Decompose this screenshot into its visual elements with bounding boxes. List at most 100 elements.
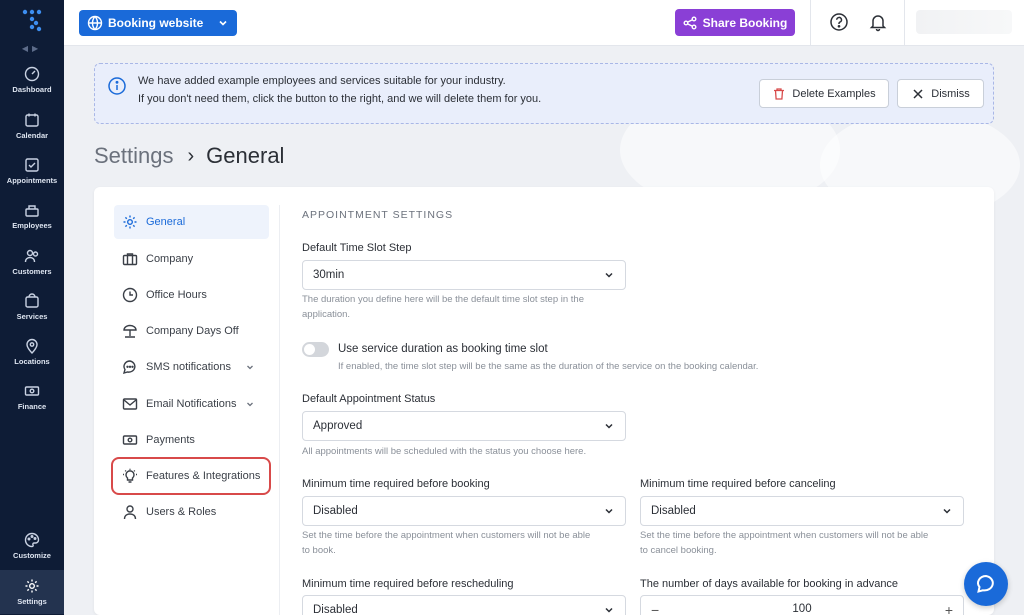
share-booking-button[interactable]: Share Booking: [675, 9, 795, 36]
booking-website-dropdown[interactable]: Booking website: [79, 10, 237, 36]
help-text-line: to book.: [302, 545, 336, 556]
settings-nav-users-roles[interactable]: Users & Roles: [114, 495, 269, 529]
min-before-canceling-select[interactable]: Disabled: [640, 496, 964, 526]
cash-icon: [122, 435, 138, 445]
select-value: Disabled: [313, 505, 358, 517]
customers-icon: [24, 249, 39, 263]
section-title: APPOINTMENT SETTINGS: [302, 209, 454, 221]
chevron-down-icon: [247, 402, 253, 407]
dismiss-button[interactable]: Dismiss: [897, 79, 984, 108]
divider: [904, 0, 905, 46]
help-text-line: to cancel booking.: [640, 545, 717, 556]
top-bar: Booking website Share Booking: [64, 0, 1024, 46]
help-text: The duration you define here will be the…: [302, 292, 584, 322]
share-icon: [683, 16, 697, 29]
field-label: The number of days available for booking…: [640, 578, 899, 590]
rail-item-label: Employees: [12, 221, 52, 230]
field-label: Default Time Slot Step: [302, 242, 412, 254]
rail-item-calendar[interactable]: Calendar: [0, 104, 64, 148]
location-pin-icon: [26, 338, 38, 354]
time-slot-select[interactable]: 30min: [302, 260, 626, 290]
settings-nav-company-days-off[interactable]: Company Days Off: [114, 314, 269, 348]
field-label: Minimum time required before booking: [302, 478, 490, 490]
select-value: 30min: [313, 269, 345, 281]
select-value: Disabled: [313, 604, 358, 615]
rail-item-employees[interactable]: Employees: [0, 194, 64, 238]
settings-nav-label: Payments: [146, 434, 195, 446]
settings-nav-label: General: [146, 216, 186, 228]
gear-icon: [123, 215, 137, 229]
palette-icon: [24, 532, 40, 548]
rail-item-label: Locations: [14, 357, 50, 366]
rail-item-customize[interactable]: Customize: [0, 524, 64, 568]
help-text-line: application.: [302, 309, 351, 320]
user-profile-menu[interactable]: [916, 10, 1012, 34]
share-booking-label: Share Booking: [702, 15, 788, 30]
chevron-down-icon: [605, 607, 613, 613]
globe-icon: [87, 15, 103, 31]
info-icon: [108, 77, 126, 95]
days-in-advance-stepper: − 100 +: [640, 595, 964, 615]
select-value: Approved: [313, 420, 363, 432]
collapse-sidebar-icon[interactable]: ◀▶: [0, 44, 64, 53]
user-icon: [123, 505, 137, 520]
settings-nav-company[interactable]: Company: [114, 242, 269, 276]
divider: [810, 0, 811, 46]
settings-nav-label: Company Days Off: [146, 325, 239, 337]
rail-item-label: Finance: [17, 402, 47, 411]
rail-item-label: Appointments: [6, 176, 58, 185]
chevron-down-icon: [605, 272, 613, 278]
support-chat-button[interactable]: [964, 562, 1008, 606]
chevron-down-icon: [247, 365, 253, 370]
rail-item-locations[interactable]: Locations: [0, 330, 64, 374]
rail-item-services[interactable]: Services: [0, 285, 64, 329]
settings-nav-sms-notifications[interactable]: SMS notifications: [114, 350, 269, 384]
settings-nav-email-notifications[interactable]: Email Notifications: [114, 387, 269, 421]
min-before-rescheduling-select[interactable]: Disabled: [302, 595, 626, 615]
chevron-down-icon: [943, 508, 951, 514]
rail-item-finance[interactable]: Finance: [0, 375, 64, 419]
rail-item-dashboard[interactable]: Dashboard: [0, 58, 64, 102]
employees-icon: [25, 205, 39, 217]
app-logo[interactable]: [0, 8, 64, 38]
toggle-knob: [304, 344, 315, 355]
settings-nav-label: Users & Roles: [146, 506, 217, 518]
rail-item-appointments[interactable]: Appointments: [0, 149, 64, 193]
dismiss-label: Dismiss: [931, 87, 970, 100]
finance-icon: [24, 386, 40, 396]
settings-nav-office-hours[interactable]: Office Hours: [114, 278, 269, 312]
help-icon[interactable]: [829, 12, 849, 32]
min-before-booking-select[interactable]: Disabled: [302, 496, 626, 526]
booking-website-label: Booking website: [108, 16, 204, 30]
rail-item-customers[interactable]: Customers: [0, 240, 64, 284]
help-text-line: Set the time before the appointment when…: [640, 530, 929, 541]
settings-nav-general[interactable]: General: [114, 205, 269, 239]
gear-icon: [25, 579, 39, 593]
trash-icon: [774, 87, 785, 100]
highlight-outline: [111, 457, 271, 495]
clock-icon: [122, 287, 138, 303]
briefcase-icon: [122, 253, 138, 266]
main-sidebar: ◀▶ Dashboard Calendar Appointments Emplo…: [0, 0, 64, 615]
bell-icon[interactable]: [868, 12, 888, 32]
envelope-icon: [122, 398, 138, 410]
close-icon: [913, 88, 923, 99]
field-label: Minimum time required before reschedulin…: [302, 578, 514, 590]
service-duration-toggle[interactable]: [302, 342, 329, 357]
rail-item-label: Services: [16, 312, 48, 321]
help-text: Set the time before the appointment when…: [640, 528, 928, 558]
stepper-value[interactable]: 100: [641, 603, 963, 615]
settings-card: General Company Office Hours Company Day…: [94, 187, 994, 615]
rail-item-label: Customers: [12, 267, 52, 276]
settings-nav-payments[interactable]: Payments: [114, 423, 269, 457]
increment-button[interactable]: +: [945, 602, 953, 615]
help-text-line: The duration you define here will be the…: [302, 294, 585, 305]
rail-item-settings[interactable]: Settings: [0, 570, 64, 614]
chat-icon: [977, 574, 994, 593]
breadcrumb-root[interactable]: Settings: [94, 143, 174, 169]
notice-subtext: If you don't need them, click the button…: [138, 93, 542, 105]
settings-nav-label: Email Notifications: [146, 398, 237, 410]
appointment-status-select[interactable]: Approved: [302, 411, 626, 441]
delete-examples-button[interactable]: Delete Examples: [759, 79, 889, 108]
rail-item-label: Calendar: [15, 131, 49, 140]
